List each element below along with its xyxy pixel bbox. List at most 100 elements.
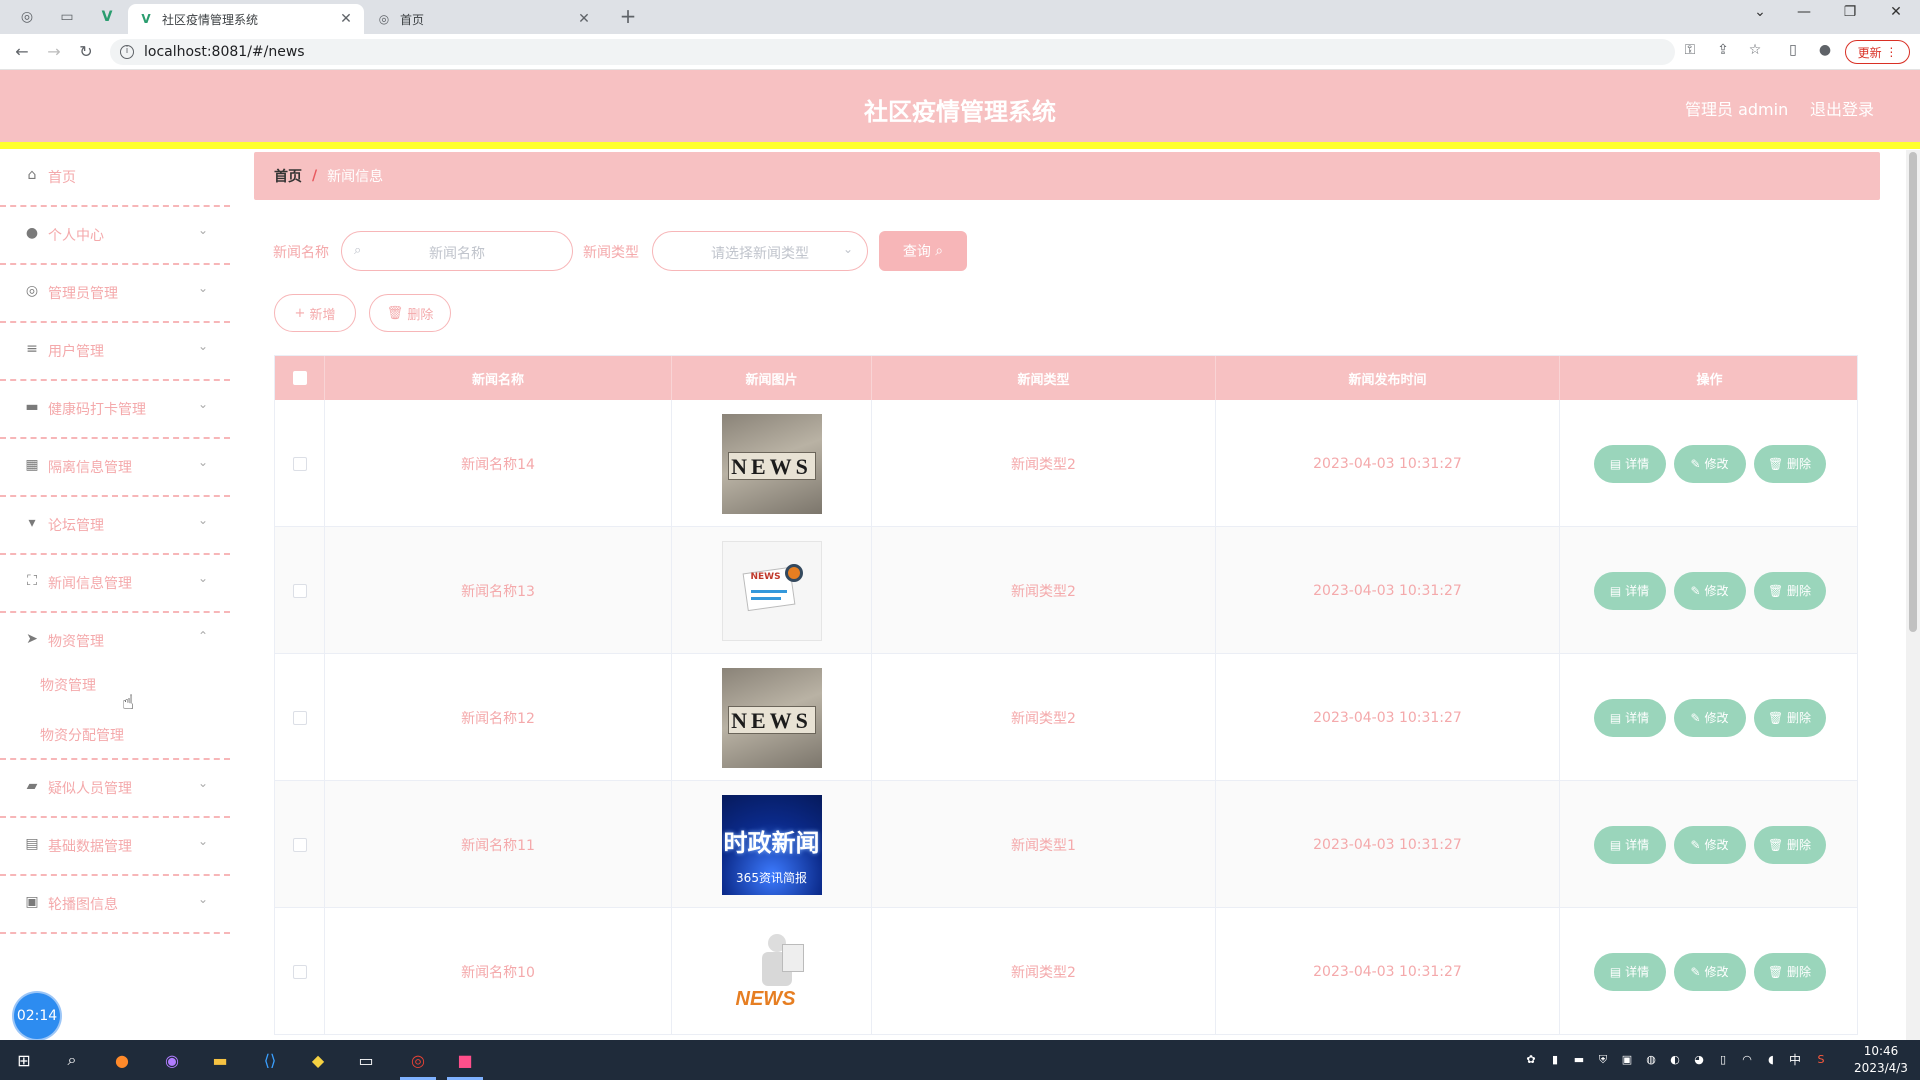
close-tab-icon[interactable]: ✕	[576, 11, 592, 27]
edit-button[interactable]: ✎ 修改	[1673, 571, 1746, 610]
tray-app-icon[interactable]: ▣	[1620, 1053, 1634, 1067]
delete-button[interactable]: 🗑 删除	[1753, 825, 1826, 864]
restore-icon[interactable]: ❐	[1830, 4, 1870, 26]
taskbar-clock[interactable]: 10:46 2023/4/3	[1850, 1043, 1912, 1077]
back-icon[interactable]: ←	[10, 40, 34, 64]
row-checkbox[interactable]	[292, 456, 307, 471]
sidebar-item-health-code[interactable]: ▬ 健康码打卡管理 ⌄	[0, 381, 230, 439]
row-checkbox[interactable]	[292, 837, 307, 852]
close-window-icon[interactable]: ✕	[1876, 4, 1916, 26]
tray-wechat-icon[interactable]: ◐	[1668, 1053, 1682, 1067]
terminal-icon[interactable]: ▭	[354, 1048, 378, 1072]
edit-label: 修改	[1704, 965, 1729, 979]
tab-search-icon[interactable]: ⌄	[1740, 4, 1780, 26]
sidebar-item-admins[interactable]: ◎ 管理员管理 ⌄	[0, 265, 230, 323]
address-bar[interactable]: i localhost:8081/#/news	[110, 39, 1675, 65]
tray-volume-icon[interactable]: ◖	[1764, 1053, 1778, 1067]
delete-button[interactable]: 🗑 删除	[1753, 952, 1826, 991]
pinned-tab-page-icon[interactable]: ▭	[54, 6, 80, 28]
query-button[interactable]: 查询 ⌕	[879, 231, 967, 271]
tray-app-icon[interactable]: ▮	[1548, 1053, 1562, 1067]
row-checkbox[interactable]	[292, 583, 307, 598]
batch-delete-button[interactable]: 🗑 删除	[369, 294, 451, 332]
forward-icon[interactable]: →	[42, 40, 66, 64]
edit-button[interactable]: ✎ 修改	[1673, 444, 1746, 483]
tray-ime-indicator[interactable]: 中	[1788, 1053, 1802, 1067]
key-icon[interactable]: ⚿	[1680, 42, 1700, 62]
intellij-icon[interactable]: ■	[447, 1048, 483, 1080]
edit-button[interactable]: ✎ 修改	[1673, 952, 1746, 991]
detail-button[interactable]: ▤ 详情	[1593, 444, 1666, 483]
sidebar-item-news[interactable]: ⛶ 新闻信息管理 ⌄	[0, 555, 230, 613]
tray-battery-icon[interactable]: ▯	[1716, 1053, 1730, 1067]
row-checkbox[interactable]	[292, 710, 307, 725]
sidebar-subitem-supply-distribution[interactable]: 物资分配管理	[40, 725, 124, 745]
close-tab-icon[interactable]: ✕	[338, 11, 354, 27]
tray-input-method-icon[interactable]: S	[1814, 1053, 1828, 1067]
sidebar-item-quarantine[interactable]: ▦ 隔离信息管理 ⌄	[0, 439, 230, 497]
profile-icon[interactable]: ●	[1815, 42, 1835, 62]
tab-community-system[interactable]: V 社区疫情管理系统 ✕	[128, 4, 364, 34]
news-type-select[interactable]: 请选择新闻类型 ⌄	[652, 231, 868, 271]
game-icon[interactable]: ◉	[160, 1048, 184, 1072]
detail-label: 详情	[1625, 457, 1650, 471]
sidebar-item-supplies[interactable]: ➤ 物资管理 ⌃	[0, 613, 230, 671]
sidebar-item-suspects[interactable]: ▰ 疑似人员管理 ⌄	[0, 760, 230, 818]
tray-shield-icon[interactable]: ⛨	[1596, 1053, 1610, 1067]
ticket-icon: ▰	[26, 778, 38, 794]
chrome-icon[interactable]: ◎	[400, 1048, 436, 1080]
tray-app-icon[interactable]: ◍	[1644, 1053, 1658, 1067]
pinned-tab-globe-icon[interactable]: ◎	[14, 6, 40, 28]
detail-button[interactable]: ▤ 详情	[1593, 698, 1666, 737]
side-panel-icon[interactable]: ▯	[1783, 42, 1803, 62]
detail-button[interactable]: ▤ 详情	[1593, 825, 1666, 864]
firefox-icon[interactable]: ●	[110, 1048, 134, 1072]
sidebar-subitem-supplies[interactable]: 物资管理	[40, 675, 96, 695]
edit-button[interactable]: ✎ 修改	[1673, 698, 1746, 737]
reload-icon[interactable]: ↻	[74, 40, 98, 64]
tray-qq-icon[interactable]: ◕	[1692, 1053, 1706, 1067]
add-button[interactable]: + 新增	[274, 294, 356, 332]
news-table: 新闻名称 新闻图片 新闻类型 新闻发布时间 操作 新闻名称14 NEWS 新闻类型2…	[274, 355, 1858, 1035]
minimize-icon[interactable]: —	[1784, 4, 1824, 26]
timer-badge[interactable]: 02:14	[14, 993, 60, 1039]
new-tab-icon[interactable]: +	[616, 6, 640, 28]
delete-button[interactable]: 🗑 删除	[1753, 571, 1826, 610]
file-explorer-icon[interactable]: ▬	[208, 1048, 232, 1072]
detail-button[interactable]: ▤ 详情	[1593, 571, 1666, 610]
tab-home[interactable]: ◎ 首页 ✕	[366, 4, 602, 34]
scrollbar-thumb[interactable]	[1909, 152, 1917, 632]
sidebar-item-home[interactable]: ⌂ 首页	[0, 149, 230, 207]
news-name-input[interactable]: ⌕ 新闻名称	[341, 231, 573, 271]
file-icon: ▤	[1609, 710, 1622, 725]
sidebar-item-profile[interactable]: ● 个人中心 ⌄	[0, 207, 230, 265]
delete-button[interactable]: 🗑 删除	[1753, 444, 1826, 483]
update-button[interactable]: 更新 ⋮	[1845, 40, 1910, 64]
logout-link[interactable]: 退出登录	[1810, 96, 1874, 120]
page-scrollbar[interactable]	[1906, 150, 1920, 1040]
tab-title: 社区疫情管理系统	[162, 12, 259, 27]
pinned-tab-vue-icon[interactable]: V	[94, 6, 120, 28]
site-info-icon[interactable]: i	[120, 45, 134, 59]
vscode-icon[interactable]: ⟨⟩	[258, 1048, 282, 1072]
detail-button[interactable]: ▤ 详情	[1593, 952, 1666, 991]
sidebar-item-users[interactable]: ≡ 用户管理 ⌄	[0, 323, 230, 381]
app-icon[interactable]: ◆	[306, 1048, 330, 1072]
hand-cursor-icon: ☝	[122, 690, 135, 714]
sidebar-item-forum[interactable]: ▾ 论坛管理 ⌄	[0, 497, 230, 555]
chevron-down-icon: ⌄	[198, 455, 209, 469]
edit-button[interactable]: ✎ 修改	[1673, 825, 1746, 864]
tray-app-icon[interactable]: ▬	[1572, 1053, 1586, 1067]
delete-button[interactable]: 🗑 删除	[1753, 698, 1826, 737]
windows-start-icon[interactable]: ⊞	[12, 1048, 36, 1072]
breadcrumb-home[interactable]: 首页	[274, 166, 302, 186]
select-all-checkbox[interactable]	[292, 371, 307, 385]
sidebar-item-carousel[interactable]: ▣ 轮播图信息 ⌄	[0, 876, 230, 934]
tray-app-icon[interactable]: ✿	[1524, 1053, 1538, 1067]
sidebar-item-basic-data[interactable]: ▤ 基础数据管理 ⌄	[0, 818, 230, 876]
search-icon[interactable]: ⌕	[60, 1048, 84, 1072]
tray-wifi-icon[interactable]: ◠	[1740, 1053, 1754, 1067]
bookmark-star-icon[interactable]: ☆	[1745, 42, 1765, 62]
share-icon[interactable]: ⇪	[1713, 42, 1733, 62]
row-checkbox[interactable]	[292, 964, 307, 979]
